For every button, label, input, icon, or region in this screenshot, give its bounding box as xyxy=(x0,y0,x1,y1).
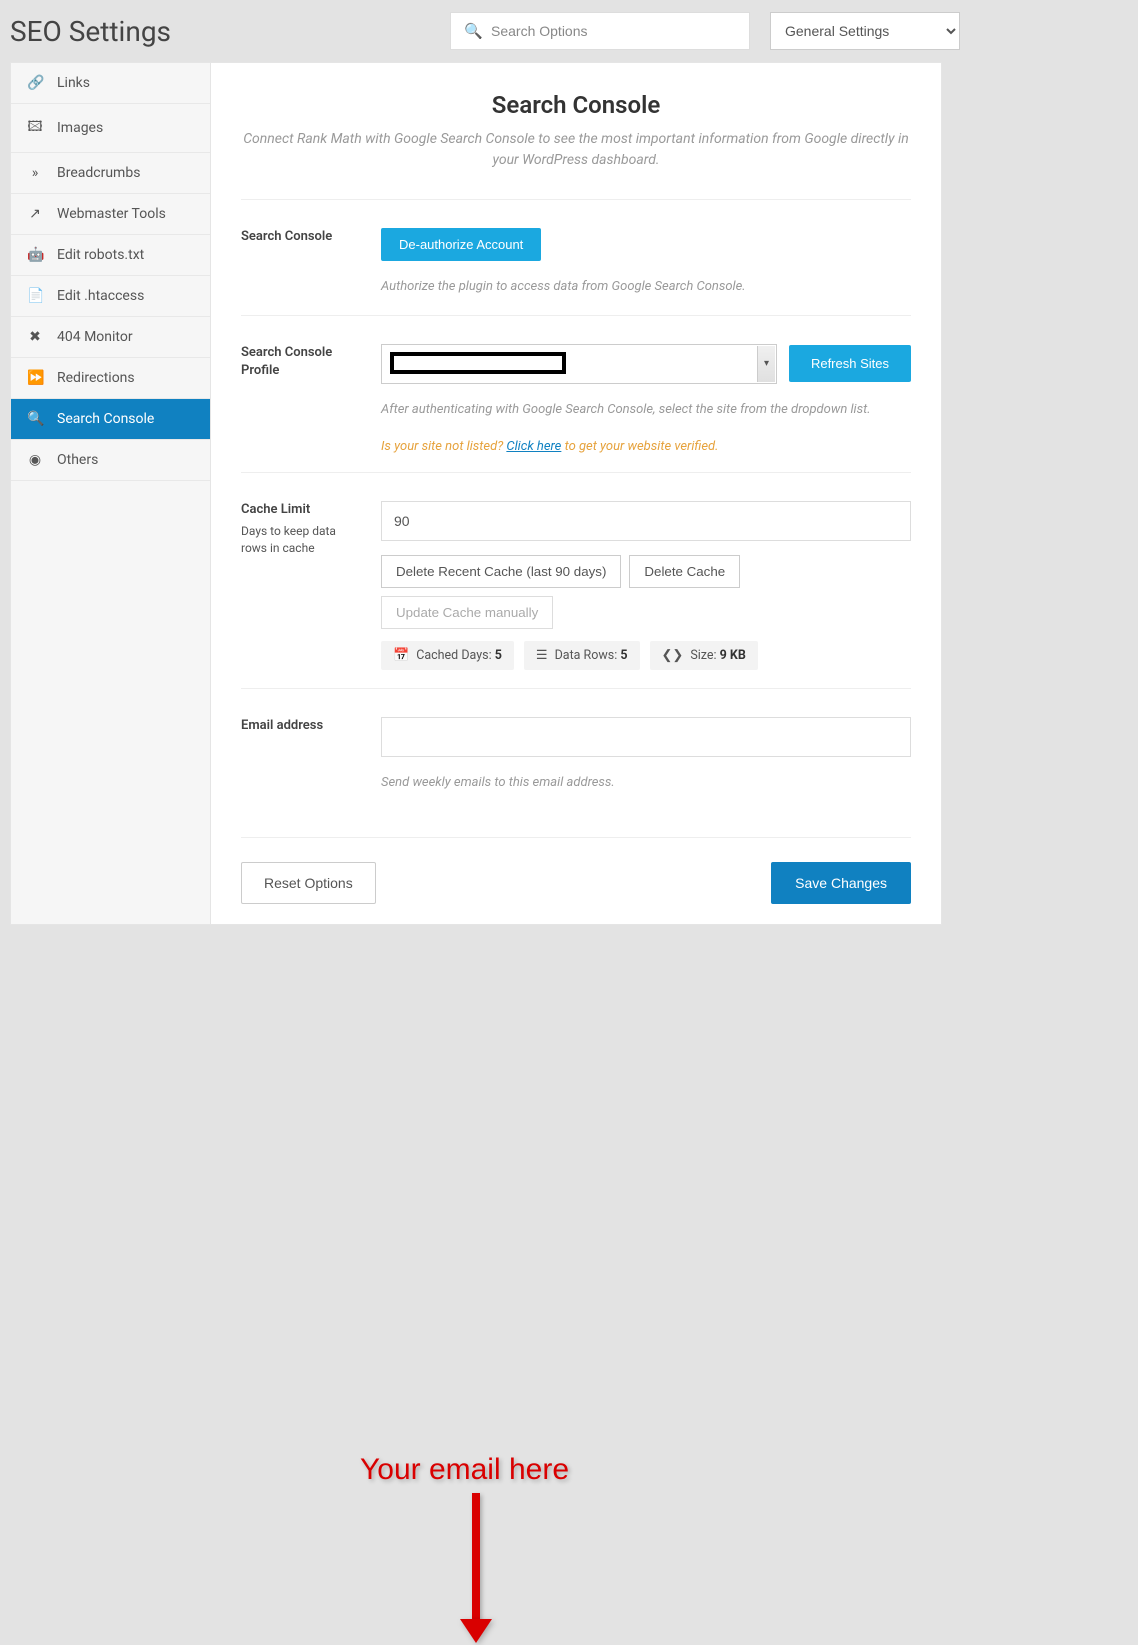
section-label-search-console: Search Console xyxy=(241,228,361,297)
sidebar-item-htaccess[interactable]: 📄 Edit .htaccess xyxy=(11,276,210,317)
link-icon: 🔗 xyxy=(27,75,43,91)
cache-limit-input[interactable] xyxy=(381,501,911,541)
robots-icon: 🤖 xyxy=(27,247,43,263)
page-title: SEO Settings xyxy=(10,15,430,48)
help-text: Send weekly emails to this email address… xyxy=(381,773,911,793)
redacted-profile-value xyxy=(390,352,566,374)
section-label-cache: Cache Limit Days to keep data rows in ca… xyxy=(241,501,361,670)
panel-subtitle: Connect Rank Math with Google Search Con… xyxy=(241,129,911,171)
annotation-arrow-icon xyxy=(469,1493,483,1645)
sidebar-item-robots[interactable]: 🤖 Edit robots.txt xyxy=(11,235,210,276)
sidebar-item-label: Others xyxy=(57,452,98,468)
search-icon: 🔍 xyxy=(464,22,483,40)
sidebar-item-label: Edit robots.txt xyxy=(57,247,144,263)
profile-select[interactable]: ▾ xyxy=(381,344,777,384)
calendar-icon: 📅 xyxy=(393,648,409,663)
reset-options-button[interactable]: Reset Options xyxy=(241,862,376,904)
sidebar-item-others[interactable]: ◉ Others xyxy=(11,440,210,481)
sidebar: 🔗 Links 🖾 Images » Breadcrumbs ↗ Webmast… xyxy=(10,62,210,925)
annotation-text: Your email here xyxy=(360,1453,569,1487)
deauthorize-button[interactable]: De-authorize Account xyxy=(381,228,541,261)
search-options-input[interactable] xyxy=(450,12,750,50)
click-here-link[interactable]: Click here xyxy=(506,439,561,454)
sidebar-item-label: Breadcrumbs xyxy=(57,165,140,181)
sidebar-item-search-console[interactable]: 🔍 Search Console xyxy=(11,399,210,440)
update-cache-button[interactable]: Update Cache manually xyxy=(381,596,553,629)
main-panel: Search Console Connect Rank Math with Go… xyxy=(210,62,942,925)
sidebar-item-label: Redirections xyxy=(57,370,135,386)
close-icon: ✖ xyxy=(27,329,43,345)
sidebar-item-label: Search Console xyxy=(57,411,154,427)
sidebar-item-404-monitor[interactable]: ✖ 404 Monitor xyxy=(11,317,210,358)
sidebar-item-images[interactable]: 🖾 Images xyxy=(11,104,210,153)
chevron-down-icon: ▾ xyxy=(757,346,775,382)
section-label-email: Email address xyxy=(241,717,361,793)
delete-recent-cache-button[interactable]: Delete Recent Cache (last 90 days) xyxy=(381,555,621,588)
stat-cached-days: 📅 Cached Days: 5 xyxy=(381,641,514,670)
sidebar-item-label: Webmaster Tools xyxy=(57,206,166,222)
file-icon: 📄 xyxy=(27,288,43,304)
list-icon: ☰ xyxy=(536,648,548,663)
breadcrumbs-icon: » xyxy=(27,165,43,181)
site-not-listed-warning: Is your site not listed? Click here to g… xyxy=(381,439,911,454)
sidebar-item-label: Edit .htaccess xyxy=(57,288,144,304)
email-address-input[interactable] xyxy=(381,717,911,757)
sidebar-item-label: Images xyxy=(57,120,103,136)
sidebar-item-label: Links xyxy=(57,75,90,91)
refresh-sites-button[interactable]: Refresh Sites xyxy=(789,345,911,382)
code-icon: ❮❯ xyxy=(662,648,684,663)
sidebar-item-webmaster-tools[interactable]: ↗ Webmaster Tools xyxy=(11,194,210,235)
forward-icon: ⏩ xyxy=(27,370,43,386)
section-label-profile: Search Console Profile xyxy=(241,344,361,455)
sidebar-item-redirections[interactable]: ⏩ Redirections xyxy=(11,358,210,399)
help-text: After authenticating with Google Search … xyxy=(381,400,911,420)
help-text: Authorize the plugin to access data from… xyxy=(381,277,911,297)
sidebar-item-links[interactable]: 🔗 Links xyxy=(11,63,210,104)
sidebar-item-breadcrumbs[interactable]: » Breadcrumbs xyxy=(11,153,210,194)
search-zoom-icon: 🔍 xyxy=(27,411,43,427)
circle-dot-icon: ◉ xyxy=(27,452,43,468)
delete-cache-button[interactable]: Delete Cache xyxy=(629,555,740,588)
stat-size: ❮❯ Size: 9 KB xyxy=(650,641,758,670)
save-changes-button[interactable]: Save Changes xyxy=(771,862,911,904)
sidebar-item-label: 404 Monitor xyxy=(57,329,133,345)
external-link-icon: ↗ xyxy=(27,206,43,222)
panel-title: Search Console xyxy=(241,91,911,119)
settings-group-select[interactable]: General Settings xyxy=(770,12,960,50)
stat-data-rows: ☰ Data Rows: 5 xyxy=(524,641,640,670)
images-icon: 🖾 xyxy=(27,116,43,140)
